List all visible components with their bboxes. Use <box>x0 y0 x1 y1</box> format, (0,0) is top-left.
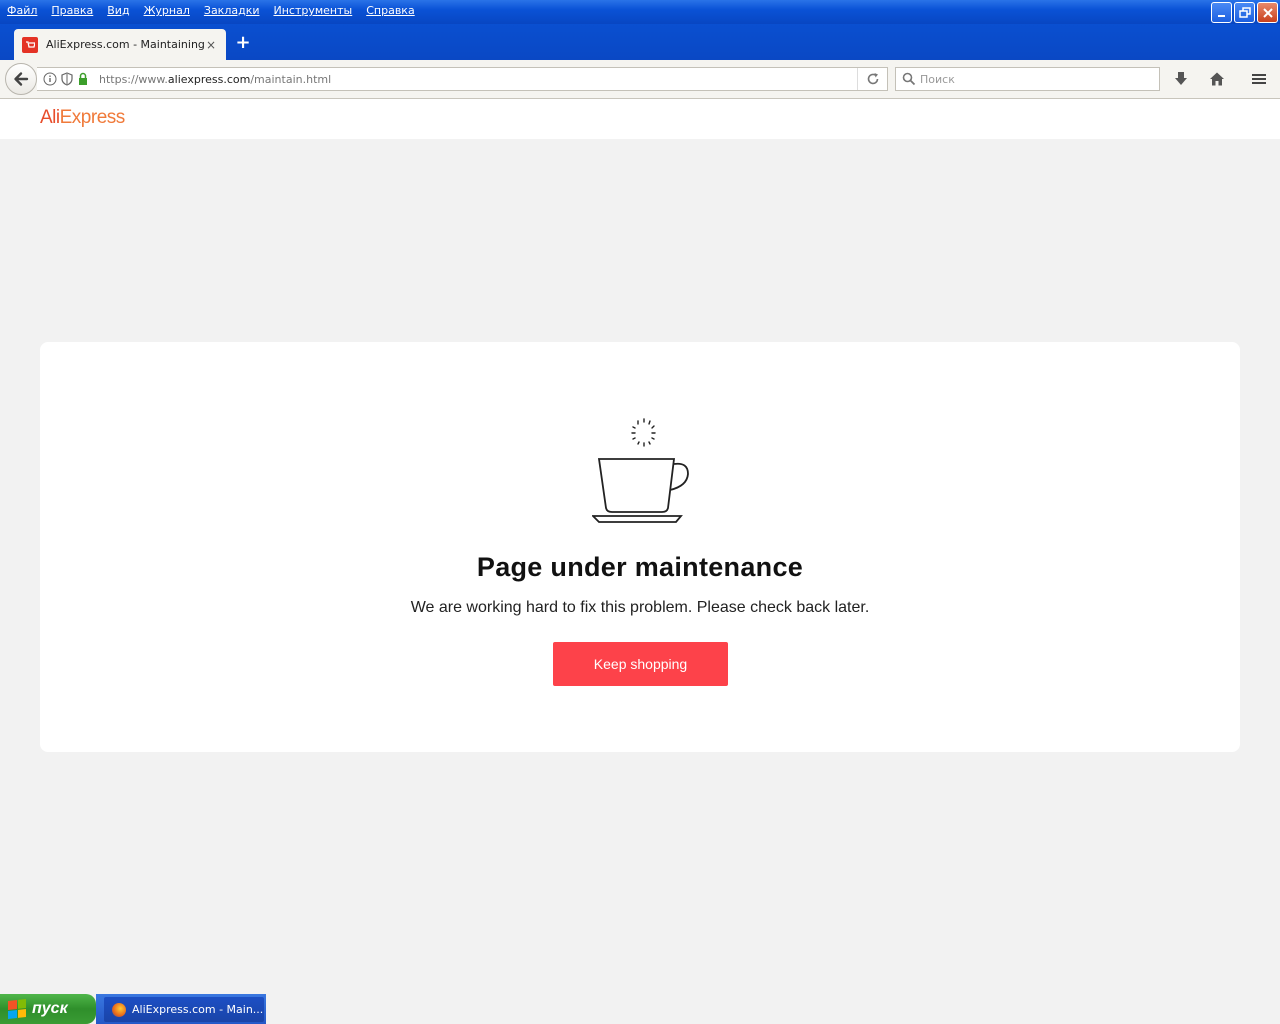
start-button[interactable]: пуск <box>0 994 96 1024</box>
coffee-cup-icon <box>592 418 689 523</box>
url-identity-icons <box>37 72 99 86</box>
search-icon <box>902 72 916 86</box>
reload-button[interactable] <box>857 68 887 90</box>
reload-icon <box>867 73 878 85</box>
tab-close-icon[interactable]: × <box>204 38 218 52</box>
home-icon <box>1210 72 1224 86</box>
close-button[interactable] <box>1257 2 1278 23</box>
url-bar[interactable]: https://www.aliexpress.com/maintain.html <box>37 67 888 91</box>
new-tab-button[interactable]: + <box>233 34 253 54</box>
start-label: пуск <box>32 1000 68 1017</box>
window-controls <box>1211 2 1278 23</box>
menu-history[interactable]: Журнал <box>137 4 197 20</box>
maintenance-card: Page under maintenance We are working ha… <box>40 342 1240 752</box>
close-icon <box>1262 7 1273 18</box>
menu-edit[interactable]: Правка <box>44 4 100 20</box>
windows-logo-icon <box>8 999 26 1019</box>
downloads-button[interactable] <box>1170 69 1192 89</box>
firefox-icon <box>112 1002 126 1017</box>
home-button[interactable] <box>1206 69 1228 89</box>
window-titlebar: Файл Правка Вид Журнал Закладки Инструме… <box>0 0 1280 24</box>
restore-button[interactable] <box>1234 2 1255 23</box>
info-icon[interactable] <box>43 72 57 86</box>
aliexpress-favicon-icon <box>22 36 38 53</box>
menu-bar: Файл Правка Вид Журнал Закладки Инструме… <box>0 4 422 20</box>
tab-title: AliExpress.com - Maintaining <box>46 38 204 51</box>
page-title: Page under maintenance <box>476 552 804 582</box>
shield-icon[interactable] <box>61 72 73 86</box>
url-text[interactable]: https://www.aliexpress.com/maintain.html <box>99 73 857 86</box>
menu-tools[interactable]: Инструменты <box>267 4 360 20</box>
page-subtitle: We are working hard to fix this problem.… <box>410 599 870 616</box>
taskbar-item-label: AliExpress.com - Main... <box>132 1003 264 1016</box>
menu-view[interactable]: Вид <box>100 4 136 20</box>
restore-icon <box>1238 6 1251 18</box>
tab-strip: AliExpress.com - Maintaining × + <box>0 24 1280 60</box>
menu-help[interactable]: Справка <box>359 4 421 20</box>
navigation-bar: https://www.aliexpress.com/maintain.html… <box>0 60 1280 99</box>
download-icon <box>1175 72 1187 85</box>
tab-aliexpress[interactable]: AliExpress.com - Maintaining × <box>14 29 226 60</box>
taskbar: пуск AliExpress.com - Main... <box>0 994 1280 1024</box>
keep-shopping-button[interactable]: Keep shopping <box>553 642 728 686</box>
taskbar-item-firefox[interactable]: AliExpress.com - Main... <box>104 997 264 1022</box>
back-arrow-icon <box>14 72 29 86</box>
back-button[interactable] <box>5 63 37 95</box>
search-input[interactable]: Поиск <box>920 73 955 86</box>
menu-bookmarks[interactable]: Закладки <box>197 4 267 20</box>
search-bar[interactable]: Поиск <box>895 67 1160 91</box>
site-header: AliExpress <box>0 99 1280 139</box>
aliexpress-logo[interactable]: AliExpress <box>40 107 125 129</box>
menu-button[interactable] <box>1248 69 1270 89</box>
lock-icon[interactable] <box>77 72 89 86</box>
hamburger-icon <box>1252 74 1266 84</box>
minimize-button[interactable] <box>1211 2 1232 23</box>
minimize-icon <box>1217 14 1225 17</box>
menu-file[interactable]: Файл <box>0 4 44 20</box>
